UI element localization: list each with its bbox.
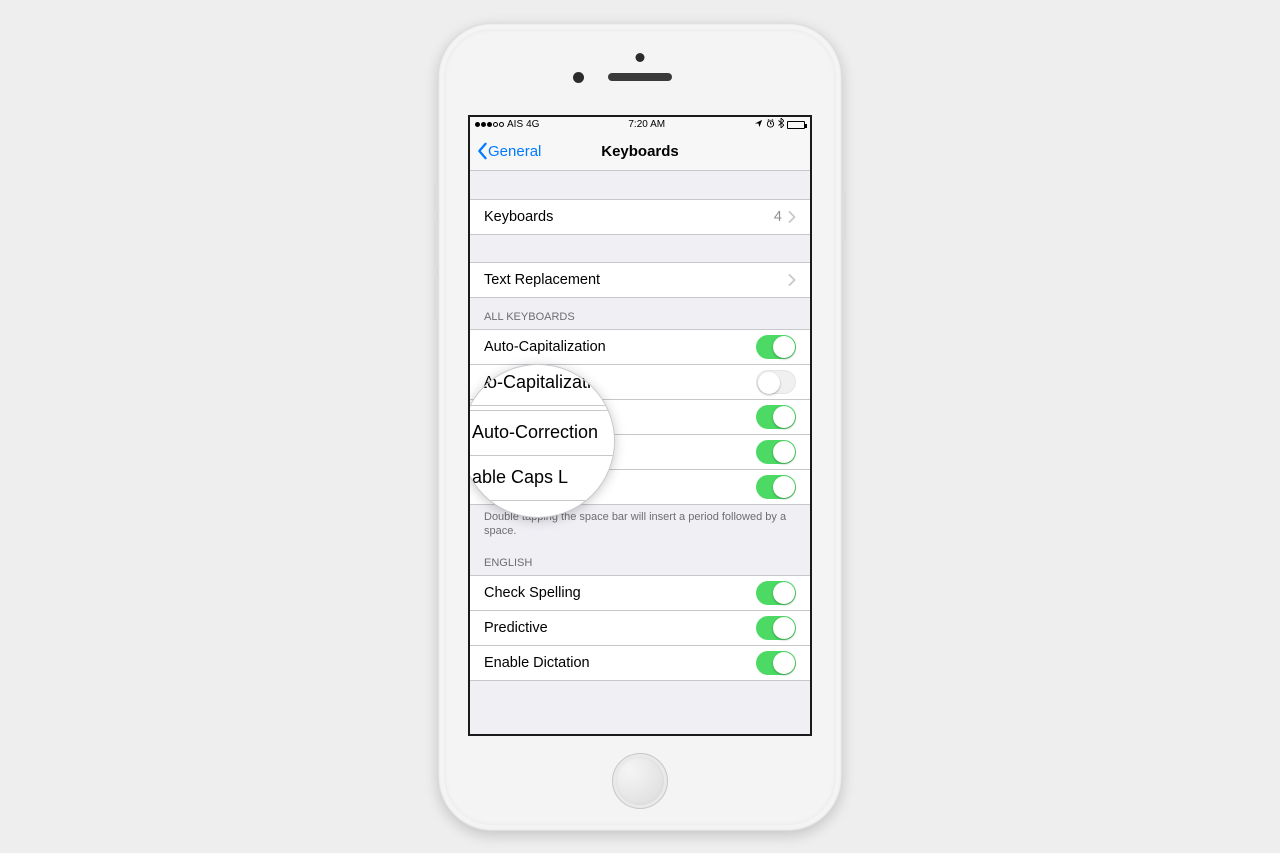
section-header-english: ENGLISH bbox=[470, 543, 810, 575]
section-header-all-keyboards: ALL KEYBOARDS bbox=[470, 297, 810, 329]
keyboards-count: 4 bbox=[774, 209, 782, 225]
magnifier-label-top: uto-Capitalization bbox=[472, 372, 611, 393]
magnifier-label-bottom: able Caps L bbox=[472, 467, 604, 488]
network-label: 4G bbox=[526, 119, 539, 130]
back-button[interactable]: General bbox=[470, 142, 541, 160]
magnifier-row: Auto-Correction bbox=[468, 410, 614, 456]
enable-caps-lock-toggle[interactable] bbox=[756, 405, 796, 429]
enable-dictation-toggle[interactable] bbox=[756, 651, 796, 675]
check-spelling-label: Check Spelling bbox=[484, 585, 756, 601]
check-spelling-row: Check Spelling bbox=[470, 575, 810, 611]
location-icon bbox=[754, 119, 763, 131]
predictive-toggle[interactable] bbox=[756, 616, 796, 640]
predictive-row: Predictive bbox=[470, 610, 810, 646]
text-replacement-label: Text Replacement bbox=[484, 272, 788, 288]
signal-strength-icon bbox=[475, 122, 504, 127]
screen: AIS 4G 7:20 AM bbox=[468, 115, 812, 736]
check-spelling-toggle[interactable] bbox=[756, 581, 796, 605]
status-bar: AIS 4G 7:20 AM bbox=[470, 117, 810, 133]
navigation-bar: General Keyboards bbox=[470, 133, 810, 171]
battery-icon bbox=[787, 121, 805, 129]
mute-switch bbox=[434, 183, 438, 211]
magnifier-label-middle: Auto-Correction bbox=[472, 422, 604, 443]
chevron-right-icon bbox=[788, 274, 796, 286]
auto-capitalization-label: Auto-Capitalization bbox=[484, 339, 756, 355]
volume-down-button bbox=[434, 275, 438, 321]
volume-up-button bbox=[434, 221, 438, 267]
predictive-label: Predictive bbox=[484, 620, 756, 636]
magnifier-overlay: uto-Capitalization Auto-Correction able … bbox=[468, 365, 614, 517]
proximity-sensor bbox=[636, 53, 645, 62]
chevron-right-icon bbox=[788, 211, 796, 223]
keyboards-label: Keyboards bbox=[484, 209, 774, 225]
back-label: General bbox=[488, 143, 541, 160]
earpiece-speaker bbox=[608, 73, 672, 81]
bluetooth-icon bbox=[778, 118, 784, 131]
magnifier-row: able Caps L bbox=[468, 455, 614, 501]
clock-label: 7:20 AM bbox=[628, 119, 665, 130]
auto-capitalization-toggle[interactable] bbox=[756, 335, 796, 359]
alarm-icon bbox=[766, 119, 775, 131]
enable-dictation-row: Enable Dictation bbox=[470, 645, 810, 681]
front-camera bbox=[573, 72, 584, 83]
home-button[interactable] bbox=[612, 753, 668, 809]
magnifier-row: uto-Capitalization bbox=[468, 365, 614, 406]
power-button bbox=[842, 193, 846, 239]
iphone-device-frame: AIS 4G 7:20 AM bbox=[438, 23, 842, 831]
chevron-left-icon bbox=[476, 142, 488, 160]
carrier-label: AIS bbox=[507, 119, 523, 130]
auto-capitalization-row: Auto-Capitalization bbox=[470, 329, 810, 365]
auto-correction-toggle[interactable] bbox=[756, 370, 796, 394]
enable-dictation-label: Enable Dictation bbox=[484, 655, 756, 671]
keyboards-row[interactable]: Keyboards 4 bbox=[470, 199, 810, 235]
character-preview-toggle[interactable] bbox=[756, 440, 796, 464]
period-shortcut-toggle[interactable] bbox=[756, 475, 796, 499]
text-replacement-row[interactable]: Text Replacement bbox=[470, 262, 810, 298]
